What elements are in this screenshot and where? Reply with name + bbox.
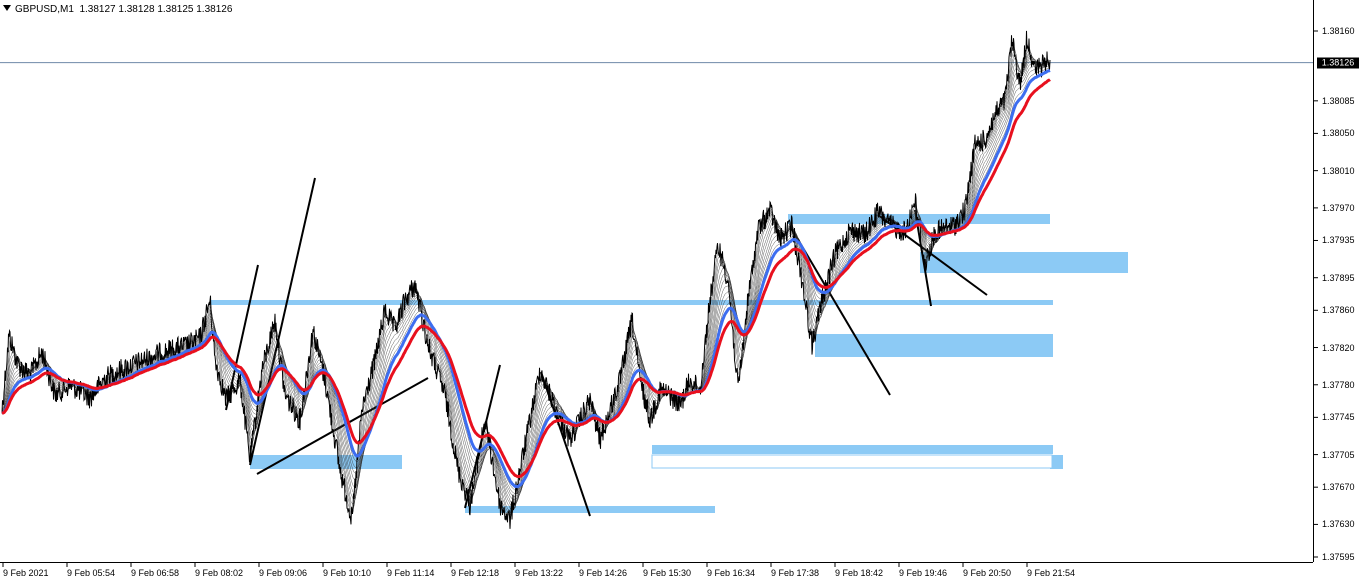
price-chart-svg: [0, 0, 1318, 567]
time-tick-label: 9 Feb 06:58: [131, 568, 180, 578]
price-plot-area[interactable]: [0, 0, 1362, 584]
price-tick-label: 1.38050: [1322, 128, 1355, 139]
time-tick-label: 9 Feb 21:54: [1027, 568, 1076, 578]
menu-triangle-icon[interactable]: [3, 5, 11, 11]
time-tick-label: 9 Feb 17:38: [771, 568, 820, 578]
price-zone: [250, 455, 402, 469]
price-zone: [652, 445, 1053, 454]
time-tick-label: 9 Feb 15:30: [643, 568, 692, 578]
price-tick-label: 1.37630: [1322, 519, 1355, 530]
price-tick-label: 1.37860: [1322, 305, 1355, 316]
price-tick-label: 1.37670: [1322, 482, 1355, 493]
ma-ribbon-line: [1, 64, 1051, 498]
trendline: [249, 177, 316, 466]
price-tick-label: 1.37970: [1322, 202, 1355, 213]
price-line: [1, 30, 1051, 529]
time-tick-label: 9 Feb 2021: [3, 568, 49, 578]
time-tick-label: 9 Feb 16:34: [707, 568, 756, 578]
price-tick-label: 1.38160: [1322, 26, 1355, 36]
time-tick-label: 9 Feb 19:46: [899, 568, 948, 578]
price-tick-label: 1.37935: [1322, 235, 1355, 246]
ma-blue-line: [1, 69, 1051, 489]
price-tick-label: 1.37820: [1322, 342, 1355, 353]
time-tick-label: 9 Feb 14:26: [579, 568, 628, 578]
price-zone: [815, 334, 1053, 357]
price-zone-outline: [651, 454, 1053, 469]
time-tick-label: 9 Feb 13:22: [515, 568, 564, 578]
time-tick-label: 9 Feb 09:06: [259, 568, 308, 578]
price-tick-label: 1.37745: [1322, 412, 1355, 423]
chart-title-bar: GBPUSD,M1 1.38127 1.38128 1.38125 1.3812…: [3, 4, 232, 15]
price-tick-label: 1.37705: [1322, 449, 1355, 460]
current-price-tag: 1.38126: [1317, 57, 1359, 69]
time-tick-label: 9 Feb 10:10: [323, 568, 372, 578]
price-tick-label: 1.37595: [1322, 552, 1355, 562]
time-tick-label: 9 Feb 08:02: [195, 568, 244, 578]
price-zone: [210, 300, 1053, 305]
ohlc-quotes: 1.38127 1.38128 1.38125 1.38126: [79, 4, 233, 15]
symbol-timeframe: GBPUSD,M1: [15, 4, 74, 15]
time-tick-label: 9 Feb 05:54: [67, 568, 116, 578]
ma-ribbon-line: [1, 67, 1051, 491]
time-tick-label: 9 Feb 12:18: [451, 568, 500, 578]
time-tick-label: 9 Feb 20:50: [963, 568, 1012, 578]
time-tick-label: 9 Feb 11:14: [387, 568, 435, 578]
chart-window[interactable]: GBPUSD,M1 1.38127 1.38128 1.38125 1.3812…: [0, 0, 1362, 584]
ma-ribbon-line: [1, 65, 1051, 495]
ma-red-line: [1, 78, 1051, 479]
price-tick-label: 1.38085: [1322, 95, 1355, 106]
price-tick-label: 1.38010: [1322, 165, 1355, 176]
price-tick-label: 1.37780: [1322, 379, 1355, 390]
price-tick-label: 1.37895: [1322, 272, 1355, 283]
ma-ribbon-line: [1, 63, 1051, 501]
time-tick-label: 9 Feb 18:42: [835, 568, 884, 578]
